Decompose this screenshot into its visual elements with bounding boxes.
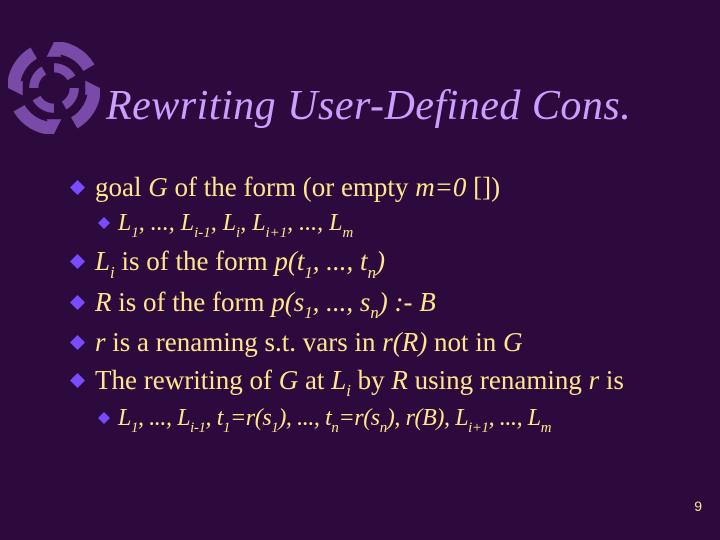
bullet-text: L1, ..., Li-1, t1=r(s1), ..., tn=r(sn), …: [118, 403, 680, 437]
bullet-icon: [70, 295, 85, 310]
bullet-icon: [98, 217, 110, 229]
bullet-renaming: r is a renaming s.t. vars in r(R) not in…: [70, 325, 680, 361]
bullet-text: r is a renaming s.t. vars in r(R) not in…: [95, 325, 680, 361]
bullet-icon: [70, 180, 85, 195]
bullet-li-form: Li is of the form p(t1, ..., tn): [70, 244, 680, 282]
bullet-goal: goal G of the form (or empty m=0 []): [70, 170, 680, 206]
page-number: 9: [694, 498, 702, 514]
bullet-text: R is of the form p(s1, ..., sn) :- B: [95, 285, 680, 323]
bullet-text: Li is of the form p(t1, ..., tn): [95, 244, 680, 282]
bullet-icon: [70, 335, 85, 350]
sub-bullet-sequence: L1, ..., Li-1, Li, Li+1, ..., Lm: [98, 208, 680, 242]
bullet-icon: [70, 254, 85, 269]
sub-bullet-result: L1, ..., Li-1, t1=r(s1), ..., tn=r(sn), …: [98, 403, 680, 437]
bullet-icon: [70, 373, 85, 388]
bullet-text: goal G of the form (or empty m=0 []): [95, 170, 680, 206]
bullet-r-form: R is of the form p(s1, ..., sn) :- B: [70, 285, 680, 323]
slide-content: goal G of the form (or empty m=0 []) L1,…: [70, 170, 680, 440]
bullet-text: L1, ..., Li-1, Li, Li+1, ..., Lm: [118, 208, 680, 242]
slide-title: Rewriting User-Defined Cons.: [106, 82, 631, 130]
bullet-rewriting: The rewriting of G at Li by R using rena…: [70, 363, 680, 401]
logo-icon: [8, 42, 100, 134]
bullet-text: The rewriting of G at Li by R using rena…: [95, 363, 680, 401]
bullet-icon: [98, 412, 110, 424]
